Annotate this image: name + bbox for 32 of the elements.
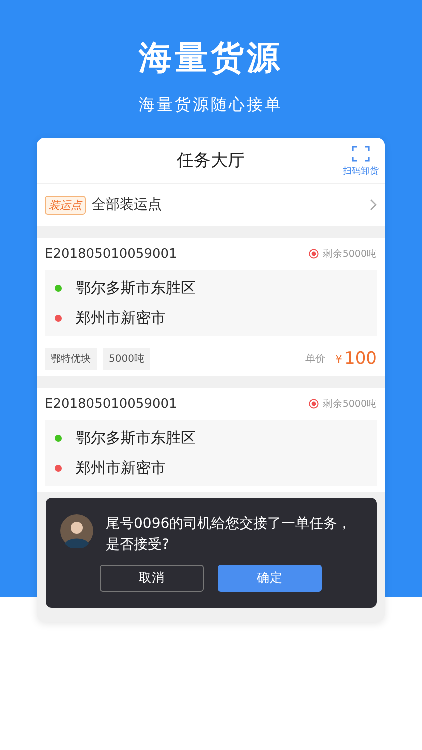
dialog-message: 尾号0096的司机给您交接了一单任务，是否接受? (106, 515, 353, 555)
origin-dot (55, 434, 62, 442)
order-number: E201805010059001 (45, 396, 178, 412)
origin-city: 鄂尔多斯市东胜区 (76, 278, 196, 298)
cancel-button[interactable]: 取消 (100, 565, 204, 592)
order-card[interactable]: E201805010059001 剩余5000吨 鄂尔多斯市东胜区 郑州市新密市 鄂特优块 5000吨 单价 ¥100 (37, 238, 385, 376)
destination-dot (55, 314, 62, 322)
loading-point-row[interactable]: 装运点 全部装运点 (37, 184, 385, 226)
avatar-icon (60, 514, 94, 548)
hero-subtitle: 海量货源随心接单 (139, 95, 283, 116)
chevron-right-icon (370, 199, 377, 211)
loading-point-tag: 装运点 (45, 196, 86, 214)
page-title: 任务大厅 (177, 150, 245, 172)
destination-dot (55, 464, 62, 472)
order-number: E201805010059001 (45, 246, 178, 262)
destination-city: 郑州市新密市 (76, 308, 166, 328)
target-icon (308, 399, 319, 409)
remaining-amount: 剩余5000吨 (322, 248, 377, 260)
origin-dot (55, 284, 62, 292)
loading-point-label: 全部装运点 (92, 196, 163, 214)
destination-city: 郑州市新密市 (76, 458, 166, 478)
price-label: 单价 (306, 352, 326, 366)
cargo-tag: 鄂特优块 (45, 348, 97, 370)
order-card[interactable]: E201805010059001 剩余5000吨 鄂尔多斯市东胜区 郑州市新密市 (37, 388, 385, 492)
target-icon (308, 249, 319, 259)
currency-sign: ¥ (336, 352, 343, 366)
cargo-tag: 5000吨 (103, 348, 150, 370)
origin-city: 鄂尔多斯市东胜区 (76, 428, 196, 448)
hero-title: 海量货源 (139, 37, 283, 79)
unit-price: 100 (344, 349, 377, 369)
scan-icon (352, 146, 370, 162)
remaining-amount: 剩余5000吨 (322, 398, 377, 410)
